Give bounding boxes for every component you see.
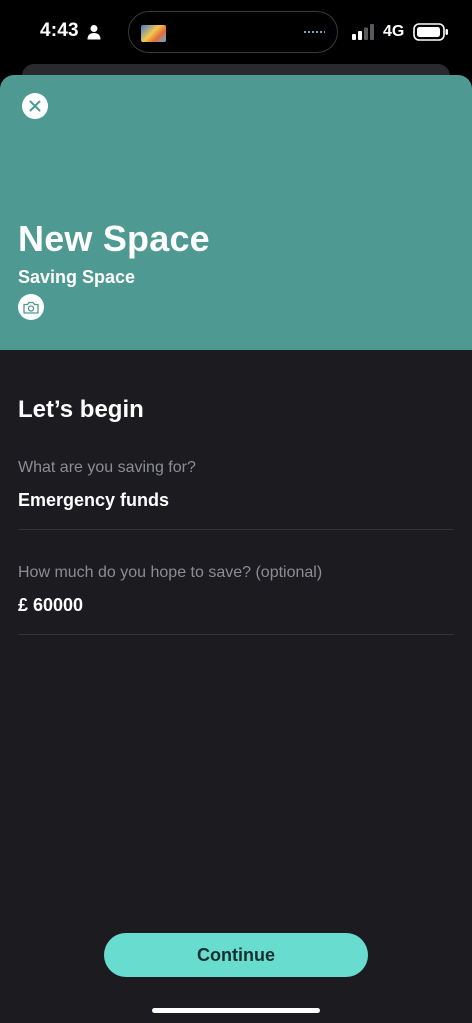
signal-icon — [352, 24, 374, 40]
amount-field-label: How much do you hope to save? (optional) — [18, 564, 323, 581]
home-indicator[interactable] — [152, 1008, 320, 1013]
goal-field-label: What are you saving for? — [18, 459, 196, 476]
network-label: 4G — [383, 23, 405, 40]
battery-icon — [413, 23, 448, 41]
new-space-sheet: New Space Saving Space Let’s begin What … — [0, 75, 472, 1023]
form-title: Let’s begin — [18, 396, 144, 423]
dynamic-island[interactable] — [128, 11, 338, 53]
change-photo-button[interactable] — [18, 294, 44, 320]
live-activity-indicator — [303, 30, 325, 34]
close-icon — [29, 100, 41, 112]
amount-field: How much do you hope to save? (optional) — [18, 564, 454, 635]
continue-button[interactable]: Continue — [104, 933, 368, 977]
person-icon — [87, 25, 101, 40]
space-type-label: Saving Space — [18, 267, 136, 287]
space-header: New Space Saving Space — [0, 75, 472, 350]
status-time: 4:43 — [40, 20, 79, 41]
live-activity-thumbnail — [141, 25, 166, 42]
amount-input[interactable] — [18, 595, 454, 616]
status-bar: 4:43 4G — [0, 0, 472, 64]
goal-field: What are you saving for? — [18, 459, 454, 530]
space-title: New Space — [18, 218, 210, 259]
camera-icon — [23, 301, 39, 314]
close-button[interactable] — [22, 93, 48, 119]
screen: 4:43 4G New Space Saving Space Let’s beg… — [0, 0, 472, 1023]
goal-input[interactable] — [18, 490, 454, 511]
